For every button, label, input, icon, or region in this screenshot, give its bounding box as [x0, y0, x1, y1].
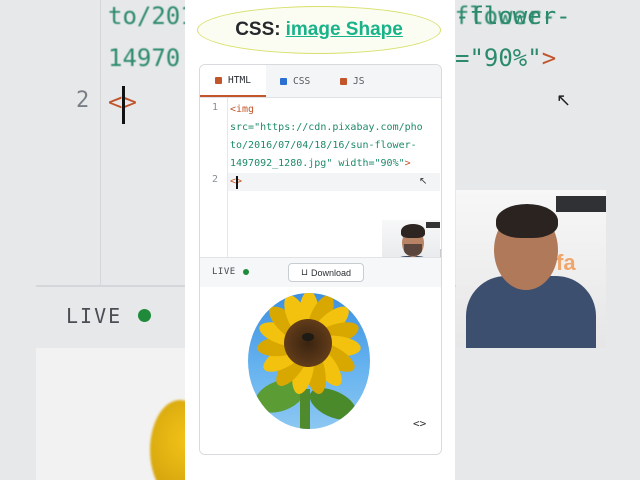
download-button[interactable]: ⊔ Download [288, 263, 364, 282]
page-title: CSS: image Shape [197, 6, 441, 54]
text-caret [236, 176, 238, 189]
flower-head [248, 293, 370, 396]
live-preview: <> [200, 287, 441, 454]
code-line-src-cont: to/2016/07/04/18/16/sun-flower- [230, 137, 417, 155]
bg-live-dot [138, 309, 151, 322]
tab-html[interactable]: HTML [200, 65, 266, 97]
bg-line-number: 2 [76, 88, 90, 113]
stem [300, 389, 310, 429]
title-link[interactable]: image Shape [286, 19, 403, 41]
download-label: Download [311, 267, 352, 278]
width-attr: width= [332, 158, 375, 169]
webcam-presenter-beard [404, 244, 422, 256]
title-prefix: CSS: [235, 19, 281, 40]
code-toggle-icon[interactable]: <> [413, 417, 426, 430]
bg-presenter-video: fa [456, 190, 606, 348]
bg-right-value: ="90%" [455, 44, 542, 72]
bg-right-line2: ="90%"> [455, 44, 556, 72]
code-editor: HTML CSS JS 1 2 <img src="https://cdn.pi… [199, 64, 442, 455]
bg-sign: fa [556, 250, 576, 275]
bg-right-tag: > [541, 44, 557, 72]
download-tray-icon: ⊔ [300, 267, 308, 277]
code-line-1: <img [230, 101, 254, 119]
bg-shelf [556, 196, 606, 212]
code-line-src: src="https://cdn.pixabay.com/pho [230, 119, 423, 137]
webcam-shelf [426, 222, 440, 228]
tab-html-label: HTML [228, 74, 251, 86]
img-open-tag: <img [230, 104, 255, 115]
live-label: LIVE [212, 267, 236, 277]
sunflower-oval-image [248, 293, 370, 429]
img-close-tag: > [404, 158, 411, 169]
code-line-width: 1497092_1280.jpg" width="90%"> [230, 155, 411, 173]
line-number-1: 1 [212, 102, 219, 113]
bg-mouse-pointer-icon: ↖ [556, 90, 572, 110]
src-value-3: 1497092_1280.jpg" [230, 158, 333, 169]
bg-code-line2: 14970 [108, 44, 181, 72]
js-tab-square-icon [340, 77, 347, 85]
main-panel: CSS: image Shape HTML CSS JS 1 2 <img sr… [185, 0, 455, 480]
editor-tabs: HTML CSS JS [200, 65, 441, 98]
tab-css-label: CSS [293, 75, 311, 87]
bg-right-line1: -flower- [455, 2, 571, 30]
src-attr: src= [230, 122, 255, 133]
width-value: "90%" [374, 158, 405, 169]
bg-presenter-hair [496, 204, 558, 238]
bg-live-label: LIVE [66, 304, 123, 328]
tab-css[interactable]: CSS [280, 65, 330, 97]
css-tab-square-icon [280, 77, 287, 85]
bg-text-cursor [122, 86, 125, 124]
src-value-2: to/2016/07/04/18/16/sun-flower- [230, 140, 417, 151]
bee [302, 333, 314, 341]
live-preview-bar: LIVE ⊔ Download [200, 257, 441, 288]
bg-gutter [0, 0, 101, 285]
html-tab-square-icon [215, 76, 223, 84]
tab-js-label: JS [353, 75, 365, 87]
line-number-2: 2 [212, 174, 219, 185]
src-value-1: "https://cdn.pixabay.com/pho [254, 122, 423, 133]
mouse-pointer-icon: ↖ [419, 176, 428, 187]
live-status-dot [243, 269, 249, 275]
active-line-highlight [228, 173, 440, 191]
tab-js[interactable]: JS [340, 65, 380, 97]
webcam-presenter-hair [401, 224, 425, 238]
flower-disk [284, 319, 332, 367]
